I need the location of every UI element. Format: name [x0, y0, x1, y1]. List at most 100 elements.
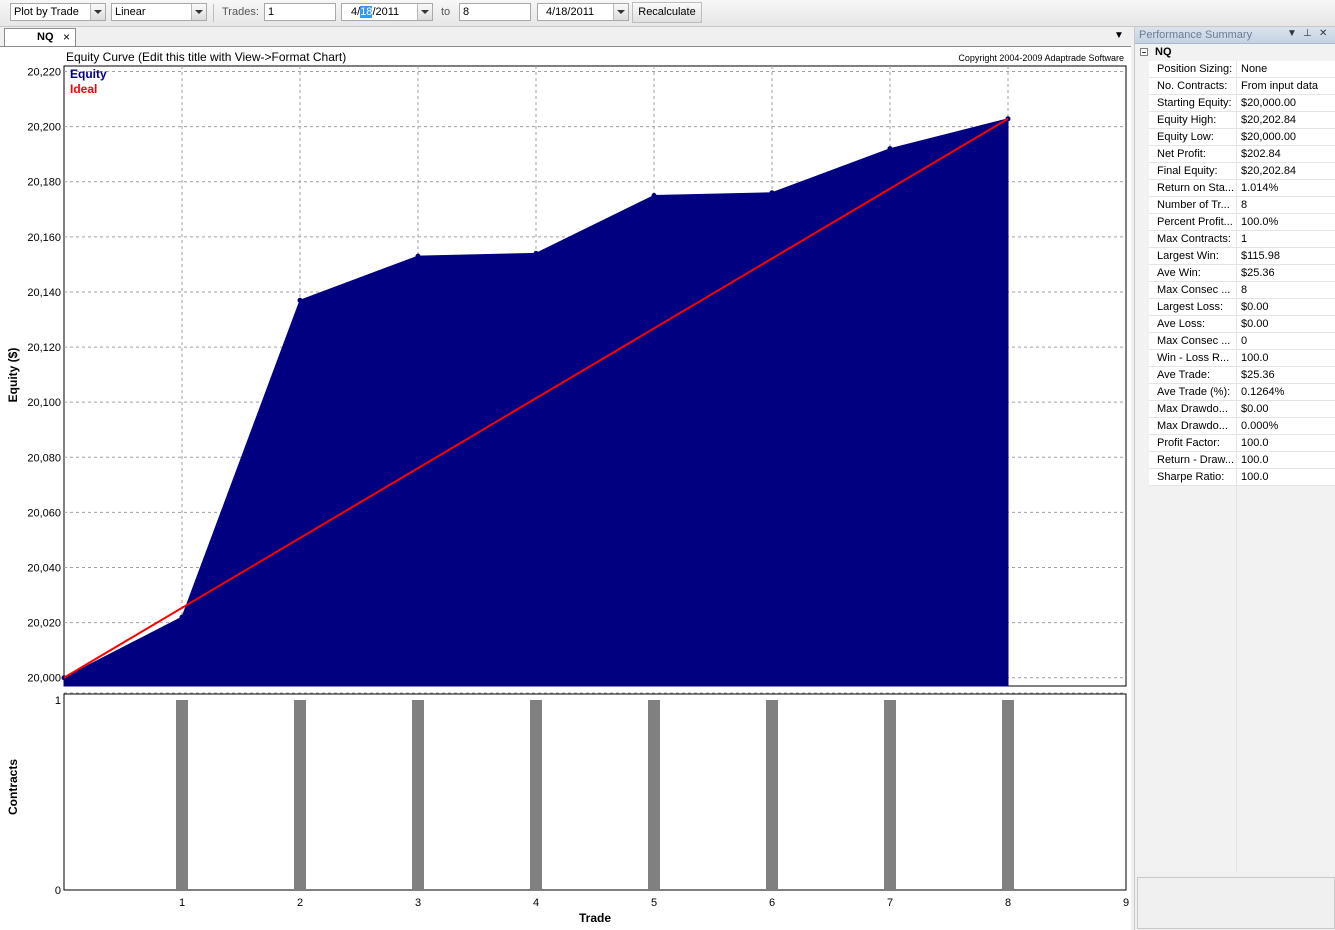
- chevron-down-icon[interactable]: [191, 4, 206, 20]
- y-tick-label: 20,080: [27, 452, 61, 464]
- toolbar: Plot by Trade Linear Trades: 1 4/18/2011…: [0, 0, 1335, 27]
- property-row[interactable]: Profit Factor: 100.0: [1135, 435, 1335, 452]
- property-value: $0.00: [1241, 403, 1269, 415]
- property-row[interactable]: Percent Profit... 100.0%: [1135, 214, 1335, 231]
- tab-list-dropdown-icon[interactable]: ▼: [1114, 30, 1124, 41]
- recalculate-button[interactable]: Recalculate: [632, 2, 702, 23]
- property-row[interactable]: Number of Tr... 8: [1135, 197, 1335, 214]
- property-row[interactable]: Equity Low: $20,000.00: [1135, 129, 1335, 146]
- property-name: Max Drawdo...: [1157, 420, 1228, 432]
- property-row[interactable]: Net Profit: $202.84: [1135, 146, 1335, 163]
- property-value: 100.0: [1241, 454, 1269, 466]
- property-value: $20,202.84: [1241, 165, 1297, 177]
- chevron-down-icon[interactable]: [613, 4, 628, 20]
- property-value: 100.0%: [1241, 216, 1279, 228]
- property-row[interactable]: Return - Draw... 100.0: [1135, 452, 1335, 469]
- property-row[interactable]: Win - Loss R... 100.0: [1135, 350, 1335, 367]
- equity-chart-panel: 20,000 20,020 20,040 20,060 20,080 20,100 20,1…: [0, 47, 1131, 930]
- property-row[interactable]: Final Equity: $20,202.84: [1135, 163, 1335, 180]
- property-row[interactable]: Ave Trade (%): 0.1264%: [1135, 384, 1335, 401]
- trades-label: Trades:: [222, 6, 259, 18]
- legend-equity: Equity: [70, 67, 107, 81]
- contract-bar: [530, 700, 542, 890]
- start-date-picker[interactable]: 4/18/2011: [341, 3, 433, 21]
- property-row[interactable]: Largest Win: $115.98: [1135, 248, 1335, 265]
- property-row[interactable]: Sharpe Ratio: 100.0: [1135, 469, 1335, 486]
- chevron-down-icon[interactable]: [417, 4, 432, 20]
- property-row[interactable]: Max Consec ... 0: [1135, 333, 1335, 350]
- property-row[interactable]: Max Drawdo... $0.00: [1135, 401, 1335, 418]
- property-value: $20,000.00: [1241, 131, 1297, 143]
- property-row[interactable]: Equity High: $20,202.84: [1135, 112, 1335, 129]
- property-row[interactable]: Max Contracts: 1: [1135, 231, 1335, 248]
- property-name: Return - Draw...: [1157, 454, 1235, 466]
- pin-icon[interactable]: ⊥: [1303, 28, 1312, 39]
- chevron-down-icon[interactable]: [90, 4, 105, 20]
- property-row[interactable]: No. Contracts: From input data: [1135, 78, 1335, 95]
- property-row[interactable]: Ave Trade: $25.36: [1135, 367, 1335, 384]
- property-value: 0.000%: [1241, 420, 1279, 432]
- chart-copyright: Copyright 2004-2009 Adaptrade Software: [958, 53, 1124, 63]
- row-gutter: [1135, 316, 1149, 333]
- property-value: $0.00: [1241, 318, 1269, 330]
- property-row[interactable]: Starting Equity: $20,000.00: [1135, 95, 1335, 112]
- scale-dropdown[interactable]: Linear: [111, 3, 207, 21]
- category-row-nq[interactable]: NQ: [1135, 44, 1335, 61]
- property-value: 100.0: [1241, 437, 1269, 449]
- trades-from-input[interactable]: 1: [264, 3, 336, 21]
- row-gutter: [1135, 78, 1149, 95]
- row-gutter: [1135, 384, 1149, 401]
- x-tick-label: 3: [415, 897, 421, 909]
- x-tick-label: 5: [651, 897, 657, 909]
- x-tick-label: 8: [1005, 897, 1011, 909]
- row-gutter: [1135, 333, 1149, 350]
- chart-title[interactable]: Equity Curve (Edit this title with View-…: [66, 50, 346, 64]
- row-gutter: [1135, 197, 1149, 214]
- performance-summary-title: Performance Summary: [1139, 29, 1253, 41]
- row-gutter: [1135, 435, 1149, 452]
- property-name: Max Contracts:: [1157, 233, 1231, 245]
- row-gutter: [1135, 265, 1149, 282]
- property-name: Equity Low:: [1157, 131, 1214, 143]
- collapse-icon[interactable]: [1140, 48, 1148, 56]
- property-name: Final Equity:: [1157, 165, 1218, 177]
- tab-nq[interactable]: NQ ×: [4, 28, 76, 46]
- property-value: $25.36: [1241, 267, 1275, 279]
- end-date-picker[interactable]: 4/18/2011: [537, 3, 629, 21]
- property-value: 0.1264%: [1241, 386, 1285, 398]
- property-value: 1.014%: [1241, 182, 1279, 194]
- trades-to-input[interactable]: 8: [459, 3, 531, 21]
- property-row[interactable]: Return on Sta... 1.014%: [1135, 180, 1335, 197]
- property-name: Starting Equity:: [1157, 97, 1232, 109]
- close-icon[interactable]: ✕: [1319, 28, 1327, 39]
- equity-point: [179, 614, 185, 620]
- equity-point: [651, 193, 657, 199]
- trade-axis-label: Trade: [579, 911, 611, 925]
- property-row[interactable]: Position Sizing: None: [1135, 61, 1335, 78]
- property-row[interactable]: Ave Win: $25.36: [1135, 265, 1335, 282]
- panel-menu-icon[interactable]: ▼: [1287, 28, 1297, 39]
- row-gutter: [1135, 129, 1149, 146]
- contracts-plot-frame: [63, 693, 1127, 891]
- property-row[interactable]: Largest Loss: $0.00: [1135, 299, 1335, 316]
- property-name: Percent Profit...: [1157, 216, 1233, 228]
- close-icon[interactable]: ×: [63, 30, 70, 44]
- property-row[interactable]: Max Consec ... 8: [1135, 282, 1335, 299]
- contract-bar: [1002, 700, 1014, 890]
- row-gutter: [1135, 282, 1149, 299]
- equity-chart: 20,000 20,020 20,040 20,060 20,080 20,100 20,1…: [6, 50, 1129, 925]
- row-gutter: [1135, 180, 1149, 197]
- row-gutter: [1135, 367, 1149, 384]
- property-value: $0.00: [1241, 301, 1269, 313]
- property-row[interactable]: Ave Loss: $0.00: [1135, 316, 1335, 333]
- start-date-day-selected[interactable]: 18: [360, 6, 373, 18]
- property-description-box: [1137, 877, 1335, 929]
- property-value: 8: [1241, 199, 1248, 211]
- row-gutter: [1135, 350, 1149, 367]
- contract-bar: [766, 700, 778, 890]
- property-value: $202.84: [1241, 148, 1281, 160]
- plot-mode-dropdown[interactable]: Plot by Trade: [10, 3, 106, 21]
- property-value: $20,000.00: [1241, 97, 1297, 109]
- property-row[interactable]: Max Drawdo... 0.000%: [1135, 418, 1335, 435]
- property-value: $25.36: [1241, 369, 1275, 381]
